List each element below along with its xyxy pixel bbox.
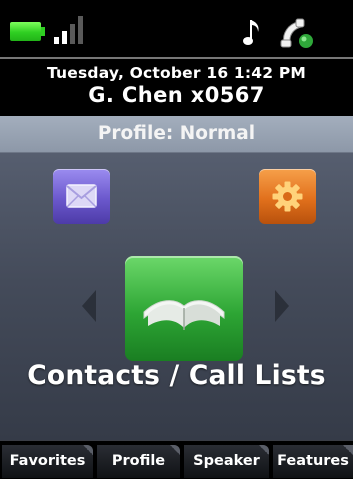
status-bar [0,0,353,56]
softkey-favorites[interactable]: Favorites [2,445,93,478]
signal-strength-icon [52,14,92,44]
home-menu: Contacts / Call Lists [0,153,353,440]
softkey-profile[interactable]: Profile [97,445,180,478]
contacts-book-icon[interactable] [125,256,243,361]
softkey-features[interactable]: Features [273,445,353,478]
scroll-right-arrow[interactable] [275,290,289,322]
date-time-text: Tuesday, October 16 1:42 PM [46,64,307,82]
ringtone-note-icon [243,20,259,45]
handset-icon [280,18,313,48]
profile-bar: Profile: Normal [0,116,353,153]
caller-header: Tuesday, October 16 1:42 PM G. Chen x056… [0,57,353,116]
softkey-bar: Favorites Profile Speaker Features [0,440,353,479]
scroll-left-arrow[interactable] [82,290,96,322]
user-line-text: G. Chen x0567 [88,83,265,107]
battery-icon [10,22,41,41]
softkey-speaker[interactable]: Speaker [184,445,269,478]
battery-tip [41,27,45,36]
focused-app-label: Contacts / Call Lists [27,360,326,391]
messages-icon[interactable] [53,169,110,224]
settings-gear-icon[interactable] [259,169,316,224]
phone-screen: Tuesday, October 16 1:42 PM G. Chen x056… [0,0,353,479]
